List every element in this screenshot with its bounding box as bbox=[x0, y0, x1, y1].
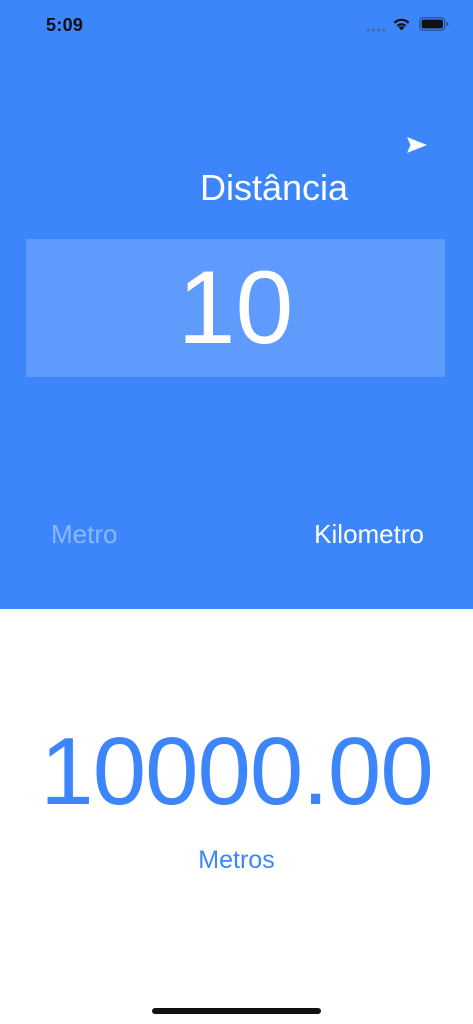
distance-input-value: 10 bbox=[177, 250, 294, 366]
distance-input-field[interactable]: 10 bbox=[26, 239, 445, 377]
top-panel: 5:09 Distância 10 Metro Kilometro bbox=[0, 0, 473, 609]
result-unit: Metros bbox=[198, 846, 275, 874]
status-time: 5:09 bbox=[46, 15, 84, 35]
send-button[interactable] bbox=[404, 134, 430, 156]
unit-option-kilometro[interactable]: Kilometro bbox=[308, 518, 424, 550]
page-title: Distância bbox=[199, 167, 349, 208]
battery-icon bbox=[419, 17, 449, 31]
signal-icon bbox=[366, 28, 386, 32]
unit-option-metro[interactable]: Metro bbox=[51, 518, 117, 550]
status-bar: 5:09 bbox=[0, 0, 473, 50]
home-indicator[interactable] bbox=[152, 1008, 321, 1014]
result-value: 10000.00 bbox=[40, 718, 433, 825]
wifi-icon bbox=[393, 18, 410, 31]
paper-plane-icon bbox=[407, 137, 427, 153]
